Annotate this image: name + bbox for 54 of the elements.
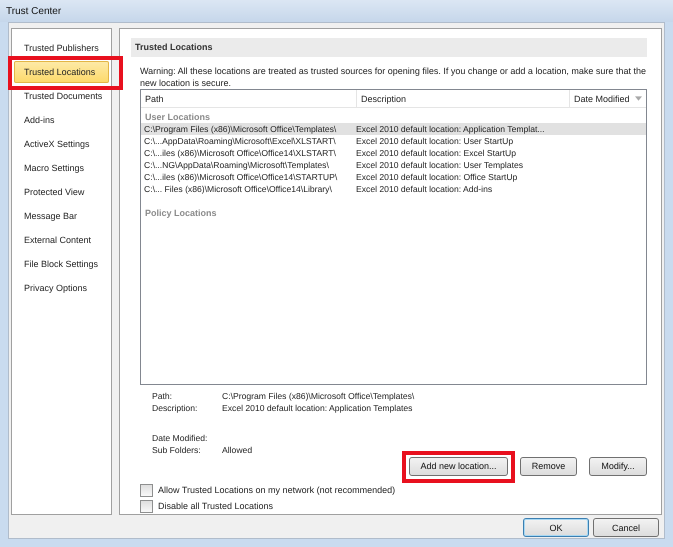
section-header: Trusted Locations	[131, 38, 647, 57]
checkbox[interactable]	[140, 500, 153, 513]
list-row[interactable]: C:\... Files (x86)\Microsoft Office\Office14\Library\ Excel 2010 default location: Add-ins	[141, 183, 646, 195]
ok-button[interactable]: OK	[523, 518, 589, 537]
path-cell-text: C:\...NG\AppData\Roaming\Microsoft\Templates\	[144, 159, 330, 171]
sidebar-item[interactable]: Trusted Documents	[14, 85, 109, 107]
detail-label: Description:	[152, 402, 198, 414]
path-cell-text: C:\... Files (x86)\Microsoft Office\Office14\Library\	[144, 183, 333, 195]
checkbox-label: Disable all Trusted Locations	[158, 501, 274, 512]
group-label: User Locations	[144, 111, 212, 123]
cancel-button[interactable]: Cancel	[593, 518, 659, 537]
sidebar-item[interactable]: Protected View	[14, 181, 109, 203]
description-cell: Excel 2010 default location: User Templates	[356, 159, 524, 171]
path-cell-text: C:\...AppData\Roaming\Microsoft\Excel\XLSTART\	[144, 135, 337, 147]
action-button[interactable]: Add new location...	[409, 456, 508, 476]
sort-arrow-icon	[635, 96, 642, 101]
window-title: Trust Center	[6, 6, 62, 16]
sidebar-item[interactable]: Trusted Locations	[14, 61, 109, 83]
list-row[interactable]: C:\...iles (x86)\Microsoft Office\Office14\STARTUP\ Excel 2010 default location: Office StartUp	[141, 171, 646, 183]
detail-value: C:\Program Files (x86)\Microsoft Office\Templates\	[222, 390, 414, 402]
description-cell: Excel 2010 default location: User StartUp	[356, 135, 514, 147]
sidebar-item[interactable]: Macro Settings	[14, 157, 109, 179]
column-header[interactable]: Path	[141, 90, 357, 107]
sidebar-item[interactable]: Add-ins	[14, 109, 109, 131]
sidebar-item[interactable]: Message Bar	[14, 205, 109, 227]
detail-value: Allowed	[222, 444, 252, 456]
group-label: Policy Locations	[144, 207, 218, 219]
list-row[interactable]: C:\...NG\AppData\Roaming\Microsoft\Templates\ Excel 2010 default location: User Templates	[141, 159, 646, 171]
description-cell: Excel 2010 default location: Add-ins	[356, 183, 492, 195]
path-cell-text: C:\...iles (x86)\Microsoft Office\Office14\XLSTART\	[144, 147, 337, 159]
list-row[interactable]: C:\...iles (x86)\Microsoft Office\Office14\XLSTART\ Excel 2010 default location: Excel StartUp	[141, 147, 646, 159]
path-cell-text: C:\...iles (x86)\Microsoft Office\Office14\STARTUP\	[144, 171, 338, 183]
detail-label: Path:	[152, 390, 174, 402]
description-cell: Excel 2010 default location: Application Templat...	[356, 123, 545, 135]
list-row[interactable]: C:\Program Files (x86)\Microsoft Office\Templates\ Excel 2010 default location: Application Templat...	[141, 123, 646, 135]
detail-label: Sub Folders:	[152, 444, 202, 456]
sidebar-item[interactable]: File Block Settings	[14, 253, 109, 275]
column-header[interactable]: Description	[357, 90, 570, 107]
sidebar-item[interactable]: ActiveX Settings	[14, 133, 109, 155]
list-row[interactable]: C:\...AppData\Roaming\Microsoft\Excel\XLSTART\ Excel 2010 default location: User StartUp	[141, 135, 646, 147]
description-cell: Excel 2010 default location: Excel StartUp	[356, 147, 516, 159]
detail-value: Excel 2010 default location: Application Templates	[222, 402, 412, 414]
checkbox-label: Allow Trusted Locations on my network (not recommended)	[158, 485, 396, 496]
warning-text: Warning: All these locations are treated as trusted sources for opening files. If you change or add a location, make sure that the new location is secure.	[140, 65, 647, 89]
detail-label: Date Modified:	[152, 432, 208, 444]
action-button[interactable]: Remove	[520, 456, 577, 476]
sidebar-item[interactable]: Trusted Publishers	[14, 37, 109, 59]
column-header[interactable]: Date Modified	[570, 90, 646, 107]
sidebar-item[interactable]: Privacy Options	[14, 277, 109, 299]
sidebar-item[interactable]: External Content	[14, 229, 109, 251]
path-cell-text: C:\Program Files (x86)\Microsoft Office\Templates\	[144, 123, 338, 135]
action-button[interactable]: Modify...	[589, 456, 647, 476]
description-cell: Excel 2010 default location: Office StartUp	[356, 171, 518, 183]
checkbox[interactable]	[140, 484, 153, 497]
